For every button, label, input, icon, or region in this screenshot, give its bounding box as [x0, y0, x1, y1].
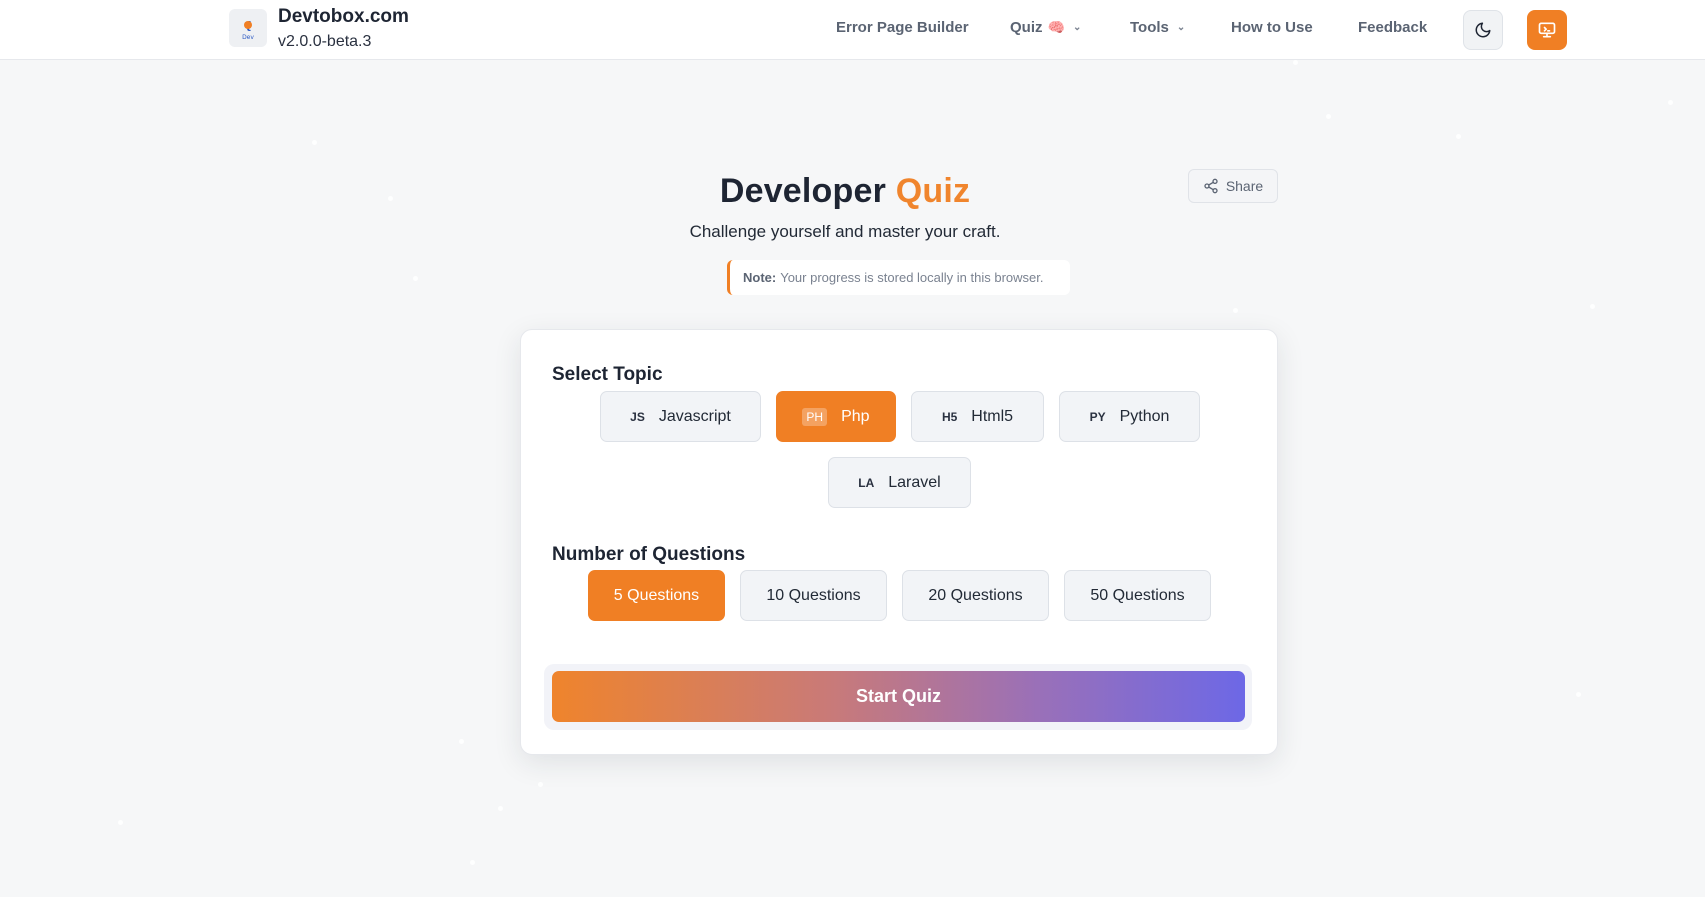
topic-abbr: LA	[858, 475, 875, 490]
select-topic-heading: Select Topic	[552, 364, 663, 385]
topic-label: Javascript	[658, 407, 731, 425]
count-option-10[interactable]: 10 Questions	[740, 570, 887, 621]
topic-php[interactable]: PH Php	[776, 391, 896, 442]
brain-icon: 🧠	[1047, 19, 1065, 35]
count-option-20[interactable]: 20 Questions	[902, 570, 1049, 621]
app-version: v2.0.0-beta.3	[278, 33, 372, 50]
monitor-icon	[1538, 22, 1556, 38]
top-navbar: { Dev Devtobox.com v2.0.0-beta.3 Error P…	[0, 0, 1705, 60]
topic-label: Html5	[971, 407, 1014, 425]
start-quiz-button[interactable]: Start Quiz	[552, 671, 1245, 722]
count-option-5[interactable]: 5 Questions	[588, 570, 725, 621]
brand-name[interactable]: Devtobox.com	[278, 6, 409, 28]
topic-html5[interactable]: H5 Html5	[911, 391, 1044, 442]
devtobox-logo-icon[interactable]: { Dev	[229, 9, 267, 47]
question-count-heading: Number of Questions	[552, 544, 746, 565]
storage-note: Note: Your progress is stored locally in…	[727, 260, 1070, 295]
nav-tools-dropdown[interactable]: Tools ⌄	[1130, 19, 1185, 36]
nav-error-page-builder[interactable]: Error Page Builder	[836, 19, 969, 36]
count-label: 50 Questions	[1090, 586, 1185, 604]
topic-laravel[interactable]: LA Laravel	[828, 457, 971, 508]
page-title-main: Developer	[719, 172, 887, 210]
chevron-down-icon: ⌄	[1072, 22, 1082, 33]
count-option-50[interactable]: 50 Questions	[1064, 570, 1211, 621]
chevron-down-icon: ⌄	[1176, 22, 1186, 33]
nav-label: Error Page Builder	[836, 19, 969, 36]
note-text: Your progress is stored locally in this …	[780, 270, 1044, 285]
nav-label: Tools	[1130, 19, 1169, 36]
presentation-mode-button[interactable]	[1527, 10, 1567, 50]
share-button[interactable]: Share	[1188, 169, 1278, 203]
nav-label: Feedback	[1358, 19, 1428, 36]
nav-label: Quiz	[1010, 19, 1043, 36]
share-icon	[1204, 178, 1218, 194]
share-label: Share	[1225, 178, 1264, 194]
topic-abbr: JS	[630, 409, 645, 424]
topic-label: Laravel	[888, 473, 941, 491]
nav-label: How to Use	[1231, 19, 1313, 36]
svg-text:Dev: Dev	[242, 34, 254, 41]
note-label: Note:	[743, 270, 777, 285]
topic-abbr: PH	[802, 407, 828, 426]
topic-label: Python	[1119, 407, 1170, 425]
nav-quiz-dropdown[interactable]: Quiz 🧠 ⌄	[1010, 19, 1081, 36]
count-label: 10 Questions	[766, 586, 861, 604]
count-label: 5 Questions	[613, 586, 700, 604]
nav-how-to-use[interactable]: How to Use	[1231, 19, 1313, 36]
nav-feedback[interactable]: Feedback	[1358, 19, 1427, 36]
page-title-accent: Quiz	[895, 172, 971, 210]
moon-icon	[1475, 22, 1491, 38]
page-subtitle: Challenge yourself and master your craft…	[689, 222, 1001, 241]
count-label: 20 Questions	[928, 586, 1023, 604]
theme-toggle-button[interactable]	[1463, 10, 1503, 50]
page-title: Developer Quiz	[0, 172, 1690, 211]
topic-abbr: H5	[941, 409, 958, 424]
quiz-setup-card: Select Topic JS Javascript PH Php H5 Htm…	[520, 329, 1278, 755]
topic-label: Php	[841, 407, 870, 425]
topic-python[interactable]: PY Python	[1059, 391, 1200, 442]
topic-abbr: PY	[1089, 409, 1106, 424]
topic-javascript[interactable]: JS Javascript	[600, 391, 761, 442]
start-button-frame: Start Quiz	[544, 664, 1252, 730]
